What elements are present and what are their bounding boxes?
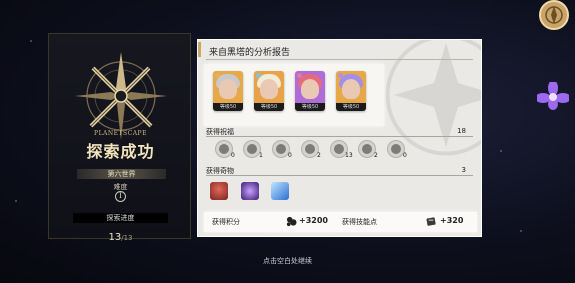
report-heading: 来自黑塔的分析报告: [209, 48, 291, 58]
progress-label: 探索进度: [73, 213, 168, 223]
analysis-report-panel: 来自黑塔的分析报告 等级50 等级50 等级50 等级50 获得祝福 18 0 …: [197, 39, 482, 237]
character-level: 等级50: [213, 103, 243, 111]
skill-points-icon: [426, 217, 436, 226]
rewards-bar: 获得积分 +3200 获得技能点 +320: [204, 212, 477, 232]
blessing-count: 13: [345, 152, 353, 159]
blessing-count: 0: [403, 152, 407, 159]
progress-value: 13/13: [49, 225, 192, 244]
character-list: 等级50 等级50 等级50 等级50: [204, 64, 384, 126]
decorative-flower-icon: [535, 80, 571, 110]
blessings-total: 18: [457, 127, 466, 135]
element-icon: [215, 73, 220, 78]
curio-icon[interactable]: [210, 182, 228, 200]
character-level: 等级50: [254, 103, 284, 111]
divider: [206, 59, 473, 60]
difficulty-value: I: [115, 191, 126, 202]
element-icon: [297, 73, 302, 78]
blessing-count: 1: [259, 152, 263, 159]
character-card[interactable]: 等级50: [213, 71, 243, 111]
progress-total: /13: [121, 234, 133, 242]
exploration-summary-panel: PLANETSCAPE 探索成功 第六世界 难度 I 探索进度 13/13: [48, 33, 191, 243]
points-label: 获得积分: [212, 218, 240, 226]
menu-emblem-button[interactable]: [534, 0, 574, 33]
blessing-count: 2: [317, 152, 321, 159]
character-level: 等级50: [336, 103, 366, 111]
points-icon: [286, 216, 297, 227]
element-icon: [338, 73, 343, 78]
character-card[interactable]: 等级50: [254, 71, 284, 111]
divider: [206, 175, 473, 176]
skill-points-label: 获得技能点: [342, 218, 377, 226]
heading-accent: [198, 42, 201, 57]
blessing-count: 0: [231, 152, 235, 159]
blessing-count: 0: [288, 152, 292, 159]
curio-icon[interactable]: [271, 182, 289, 200]
points-value: +3200: [299, 216, 328, 225]
brand-text: PLANETSCAPE: [94, 130, 147, 137]
character-card[interactable]: 等级50: [295, 71, 325, 111]
skill-points-value: +320: [440, 216, 464, 225]
blessing-count: 2: [374, 152, 378, 159]
curios-total: 3: [461, 166, 466, 174]
divider: [206, 136, 473, 137]
progress-current: 13: [108, 232, 122, 243]
result-title: 探索成功: [86, 142, 155, 161]
element-icon: [256, 73, 261, 78]
curio-icon[interactable]: [241, 182, 259, 200]
continue-prompt[interactable]: 点击空白处继续: [0, 256, 575, 266]
character-level: 等级50: [295, 103, 325, 111]
character-card[interactable]: 等级50: [336, 71, 366, 111]
world-label: 第六世界: [77, 169, 166, 179]
